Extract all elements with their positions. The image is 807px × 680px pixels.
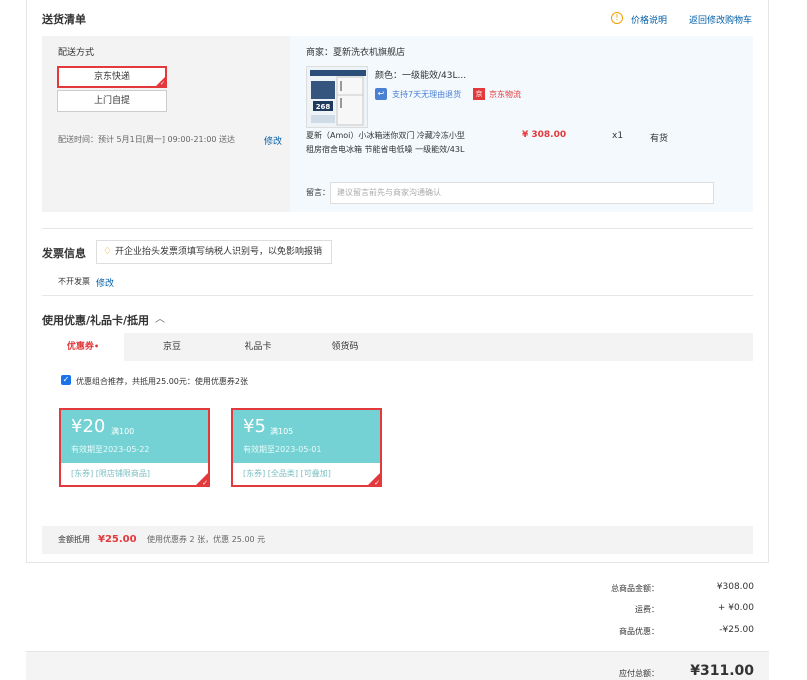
product-title-2[interactable]: 租房宿舍电冰箱 节能省电低噪 一级能效/43L	[306, 144, 464, 155]
ship-time-modify-link[interactable]: 修改	[264, 134, 282, 147]
shipping-value: + ¥0.00	[717, 603, 754, 613]
shipping-label: 运费：	[635, 605, 659, 614]
divider	[42, 228, 753, 229]
stock-status: 有货	[650, 134, 669, 144]
price-note-link[interactable]: 价格说明	[631, 13, 667, 26]
tab-jingdou[interactable]: 京豆	[142, 333, 202, 361]
recommend-checkbox[interactable]: ✓	[61, 375, 71, 385]
discount-label: 商品优惠：	[619, 627, 659, 636]
coupon-amount: ¥20	[71, 416, 106, 437]
tab-pickup-code[interactable]: 领货码	[314, 333, 376, 361]
ship-method-label: 配送方式	[58, 48, 95, 58]
discount-footer: 金额抵用 ¥25.00 使用优惠券 2 张，优惠 25.00 元	[42, 526, 753, 554]
delivery-title: 送货清单	[42, 13, 86, 26]
ship-time: 配送时间：预计 5月1日[周一] 09:00-21:00 送达	[58, 135, 236, 144]
product-title-1[interactable]: 夏新（Amoi）小冰箱迷你双门 冷藏冷冻小型	[306, 130, 465, 141]
invoice-modify-link[interactable]: 修改	[96, 276, 114, 289]
jd-logistics-badge: 京	[473, 88, 485, 100]
ship-option-label: 京东快递	[93, 72, 130, 82]
discount-tabs: 优惠券• 京豆 礼品卡 领货码	[42, 333, 753, 361]
shop-name: 商家：夏新洗衣机旗舰店	[306, 48, 406, 58]
product-image[interactable]: 268	[306, 66, 368, 128]
coupon-amount: ¥5	[243, 416, 266, 437]
ship-option-pickup[interactable]: 上门自提	[57, 90, 167, 112]
coupon-tags: [东券] [全品类] [可叠加]	[243, 469, 331, 478]
coupon-card[interactable]: ¥5 满105 有效期至2023-05-01 [东券] [全品类] [可叠加] …	[231, 408, 382, 487]
total-value: ¥308.00	[716, 582, 754, 592]
product-image-badge: 268	[316, 103, 331, 111]
divider	[42, 295, 753, 296]
bulb-icon: ♢	[103, 246, 112, 257]
coupon-tags: [东券] [限店铺限商品]	[71, 469, 151, 478]
discount-value: -¥25.00	[719, 625, 754, 635]
ship-option-label: 上门自提	[93, 96, 130, 106]
shipping-section	[42, 36, 290, 212]
check-icon: ✓	[374, 479, 380, 487]
coupon-top: ¥5 满105 有效期至2023-05-01	[233, 410, 380, 463]
info-icon: !	[611, 12, 623, 24]
coupon-valid: 有效期至2023-05-01	[243, 445, 322, 454]
chevron-up-icon[interactable]: ︿	[155, 310, 165, 325]
footer-amount: ¥25.00	[98, 534, 137, 545]
tab-label: 优惠券	[66, 342, 94, 352]
coupon-condition: 满105	[270, 427, 294, 436]
invoice-value: 不开发票	[58, 277, 90, 286]
note-label: 留言：	[306, 188, 330, 197]
product-qty: x1	[612, 131, 624, 141]
product-price: ¥ 308.00	[522, 130, 567, 140]
back-to-cart-link[interactable]: 返回修改购物车	[689, 13, 752, 26]
tab-gift-card[interactable]: 礼品卡	[228, 333, 288, 361]
coupon-condition: 满100	[111, 427, 135, 436]
discount-title: 使用优惠/礼品卡/抵用	[42, 314, 150, 327]
tab-coupon[interactable]: 优惠券•	[42, 333, 124, 361]
logistics-label: 京东物流	[489, 90, 521, 99]
invoice-title: 发票信息	[42, 247, 86, 260]
ship-option-jd-express[interactable]: 京东快递 ✓	[57, 66, 167, 88]
note-input[interactable]: 建议留言前先与商家沟通确认	[330, 182, 714, 204]
coupon-valid: 有效期至2023-05-22	[71, 445, 150, 454]
product-spec: 颜色：一级能效/43L...	[375, 71, 467, 81]
check-icon: ✓	[159, 80, 165, 87]
check-icon: ✓	[202, 479, 208, 487]
coupon-card[interactable]: ¥20 满100 有效期至2023-05-22 [东券] [限店铺限商品] ✓	[59, 408, 210, 487]
invoice-tip: ♢ 开企业抬头发票须填写纳税人识别号，以免影响报销	[96, 240, 332, 264]
payable-label: 应付总额：	[619, 669, 659, 678]
recommend-text: 优惠组合推荐，共抵用25.00元：使用优惠券2张	[76, 377, 248, 386]
footer-label: 金额抵用	[58, 535, 90, 544]
invoice-tip-text: 开企业抬头发票须填写纳税人识别号，以免影响报销	[115, 247, 323, 257]
coupon-top: ¥20 满100 有效期至2023-05-22	[61, 410, 208, 463]
footer-desc: 使用优惠券 2 张，优惠 25.00 元	[147, 535, 266, 544]
return-icon: ↩	[375, 88, 387, 100]
payable-value: ¥311.00	[690, 663, 754, 679]
return-policy: 支持7天无理由退货	[392, 90, 462, 99]
total-label: 总商品金额：	[611, 584, 659, 593]
